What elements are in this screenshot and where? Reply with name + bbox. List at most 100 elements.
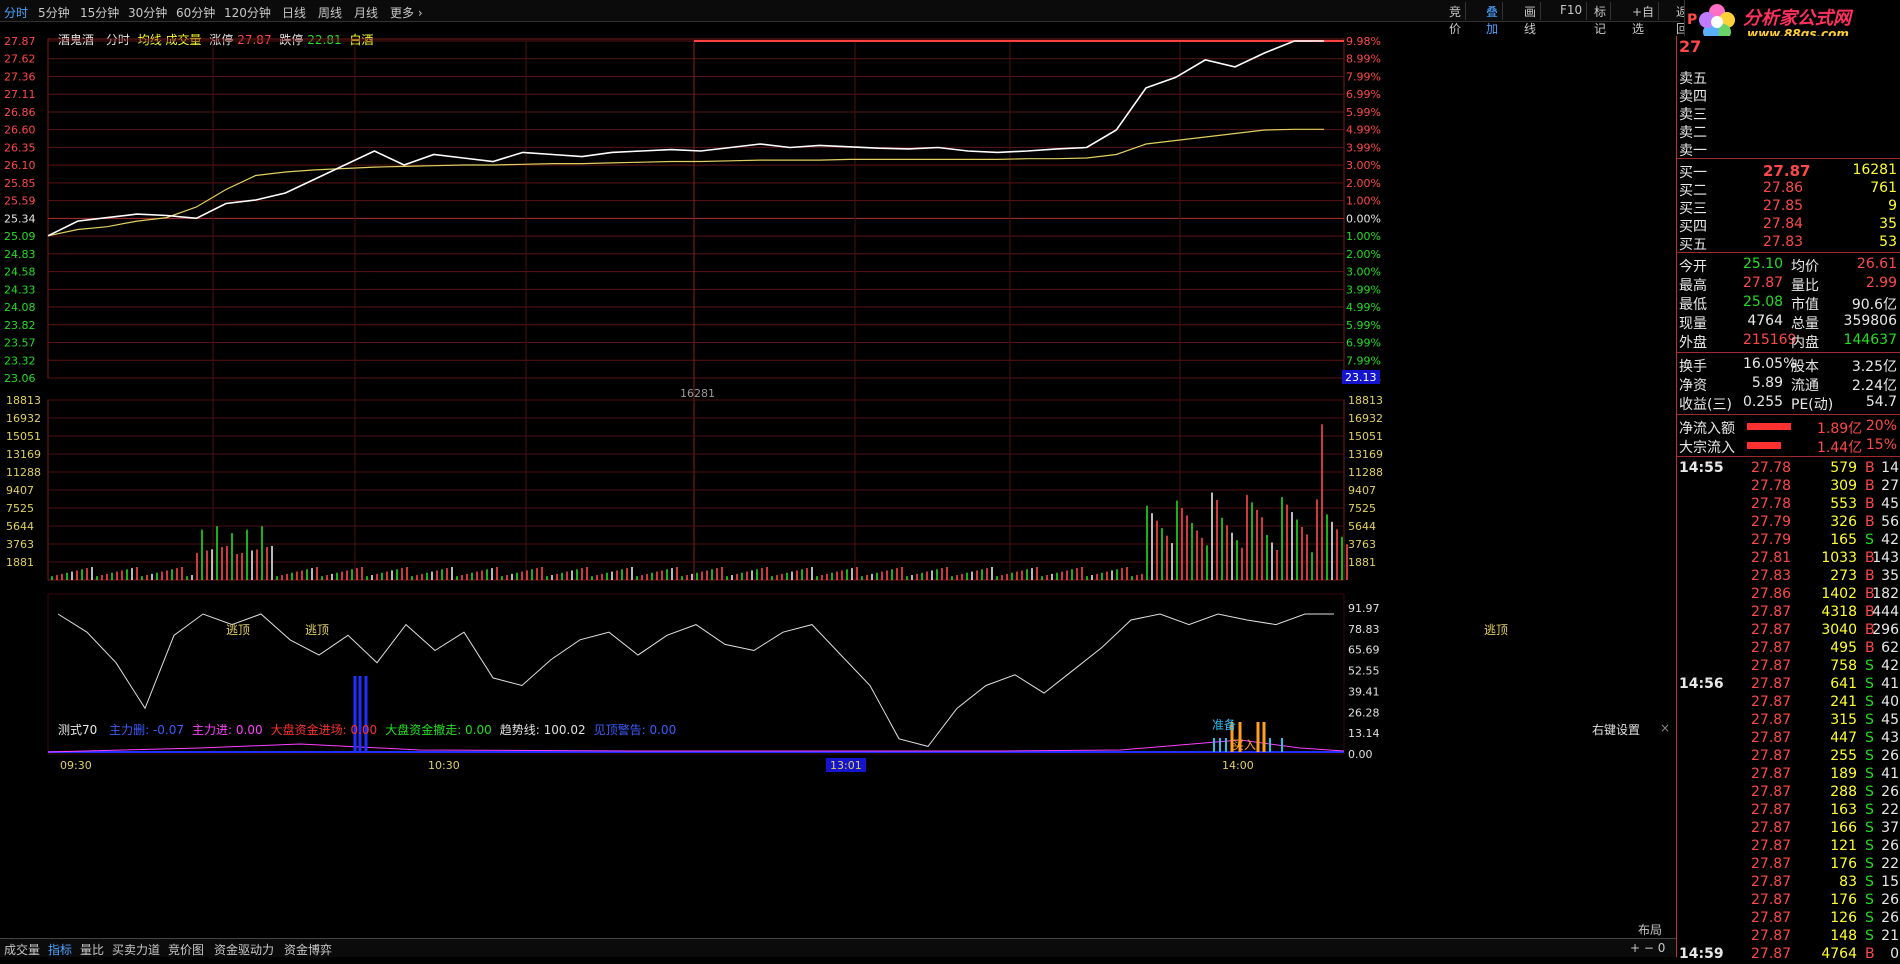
tick-volume: 83 (1839, 874, 1857, 890)
quote-panel: 27 P 卖五 卖四 卖三 卖二 卖一 买一 27.87 16281 买二 27.86 761 买三 2… (1676, 12, 1900, 962)
tick-row: 14:56 27.87 641 S 41 (1677, 676, 1900, 694)
tick-volume: 3040 (1821, 622, 1857, 638)
tick-volume: 309 (1830, 478, 1857, 494)
tick-count: 182 (1872, 586, 1899, 602)
stat-value: 359806 (1843, 313, 1897, 329)
stat-row: 今开 25.10 均价 26.61 (1677, 256, 1900, 275)
tab-intraday[interactable]: 分时 (4, 4, 28, 21)
pct-tick-label: 4.99% (1346, 301, 1381, 314)
stat-label: 今开 (1679, 259, 1707, 275)
sell-level-label: 卖五 (1679, 71, 1707, 87)
sell-level-label: 卖三 (1679, 107, 1707, 123)
tick-count: 26 (1881, 892, 1899, 908)
tab-indicator[interactable]: 指标 (48, 941, 72, 958)
volume-tick-label: 1881 (6, 556, 34, 569)
layout-button[interactable]: 布局 (1638, 921, 1662, 938)
tab-15min[interactable]: 15分钟 (80, 4, 119, 21)
buy-level-volume: 9 (1888, 198, 1897, 214)
volume-tick-label: 5644 (6, 520, 34, 533)
add-watchlist-button[interactable]: +自选 (1628, 2, 1660, 36)
tab-buysell-power[interactable]: 买卖力道 (112, 941, 160, 958)
tab-auction-chart[interactable]: 竞价图 (168, 941, 204, 958)
indicator-item: 大盘资金撤走: 0.00 (385, 723, 492, 737)
tick-row: 27.87 241 S 40 (1677, 694, 1900, 712)
tick-count: 41 (1881, 676, 1899, 692)
f10-button[interactable]: F10 (1556, 2, 1588, 20)
stat-label: 总量 (1791, 316, 1819, 332)
tick-count: 56 (1881, 514, 1899, 530)
tick-time: 14:59 (1679, 946, 1724, 962)
pct-tick-label: 3.99% (1346, 141, 1381, 154)
tick-volume: 641 (1830, 676, 1857, 692)
tick-count: 41 (1881, 766, 1899, 782)
tick-volume: 315 (1830, 712, 1857, 728)
tick-row: 27.87 495 B 62 (1677, 640, 1900, 658)
mark-button[interactable]: 标记 (1590, 2, 1612, 36)
flow-value: 1.89亿 (1817, 421, 1863, 437)
tick-price: 27.81 (1751, 550, 1792, 566)
tab-more[interactable]: 更多 › (390, 4, 423, 21)
tab-60min[interactable]: 60分钟 (176, 4, 215, 21)
tab-daily[interactable]: 日线 (282, 4, 306, 21)
tab-volume-ratio[interactable]: 量比 (80, 941, 104, 958)
chevron-right-icon: › (417, 6, 423, 20)
tick-volume: 553 (1830, 496, 1857, 512)
overlay-button[interactable]: 叠加 (1482, 2, 1504, 36)
tab-5min[interactable]: 5分钟 (38, 4, 70, 21)
tab-weekly[interactable]: 周线 (318, 4, 342, 21)
tick-price: 27.83 (1751, 568, 1792, 584)
tick-side: B (1865, 640, 1875, 656)
close-icon[interactable]: × (1660, 721, 1670, 735)
indicator-header: 测式70 主力删: -0.07 主力进: 0.00 大盘资金进场: 0.00 大盘资金… (58, 721, 676, 738)
tab-fund-game[interactable]: 资金博弈 (284, 941, 332, 958)
pct-tick-label: 0.00% (1346, 212, 1381, 225)
divider (1677, 252, 1900, 253)
tab-30min[interactable]: 30分钟 (128, 4, 167, 21)
tab-volume[interactable]: 成交量 (4, 941, 40, 958)
tab-monthly[interactable]: 月线 (354, 4, 378, 21)
tick-volume: 495 (1830, 640, 1857, 656)
price-line (47, 40, 1324, 237)
time-tick-label: 10:30 (428, 759, 460, 772)
stat-label: 量比 (1791, 278, 1819, 294)
indicator-tick-label: 78.83 (1348, 623, 1380, 636)
tick-side: S (1865, 820, 1874, 836)
tick-time: 14:56 (1679, 676, 1724, 692)
indicator-tick-label: 91.97 (1348, 602, 1380, 615)
tick-row: 27.79 165 S 42 (1677, 532, 1900, 550)
volume-tick-label-right: 3763 (1348, 538, 1376, 551)
stat-label: 市值 (1791, 297, 1819, 313)
zoom-controls[interactable]: + − 0 (1630, 941, 1665, 955)
stat-label: 最高 (1679, 278, 1707, 294)
tick-volume: 126 (1830, 910, 1857, 926)
tick-volume: 163 (1830, 802, 1857, 818)
volume-tick-label: 11288 (6, 466, 41, 479)
buy-level-price: 27.83 (1763, 234, 1804, 250)
tick-volume: 447 (1830, 730, 1857, 746)
intraday-chart[interactable]: 27.87 9.98% 27.62 8.99% 27.36 7.99% 27.11 6.99%… (0, 22, 1676, 937)
tab-fund-drive[interactable]: 资金驱动力 (214, 941, 274, 958)
tick-count: 40 (1881, 694, 1899, 710)
buy-level-row: 买二 27.86 761 (1677, 180, 1900, 199)
tab-120min[interactable]: 120分钟 (224, 4, 271, 21)
pct-tick-label: 7.99% (1346, 354, 1381, 367)
tick-side: S (1865, 874, 1874, 890)
right-click-settings[interactable]: 右键设置 (1592, 721, 1640, 738)
tick-price: 27.79 (1751, 514, 1792, 530)
tick-price: 27.87 (1751, 838, 1792, 854)
tick-volume: 241 (1830, 694, 1857, 710)
auction-button[interactable]: 竞价 (1445, 2, 1467, 36)
price-tick-label: 25.85 (4, 177, 36, 190)
tick-volume: 579 (1830, 460, 1857, 476)
stat-label: 流通 (1791, 378, 1819, 394)
tick-price: 27.87 (1751, 946, 1792, 962)
draw-button[interactable]: 画线 (1520, 2, 1542, 36)
buy-level-label: 买三 (1679, 201, 1707, 217)
tick-side: B (1865, 496, 1875, 512)
tick-count: 22 (1881, 856, 1899, 872)
time-tick-label: 14:00 (1222, 759, 1254, 772)
indicator-item: 大盘资金进场: 0.00 (270, 723, 378, 737)
more-label: 更多 (390, 6, 415, 20)
buy-level-row: 买四 27.84 35 (1677, 216, 1900, 235)
indicator-name[interactable]: 测式70 (58, 723, 97, 737)
